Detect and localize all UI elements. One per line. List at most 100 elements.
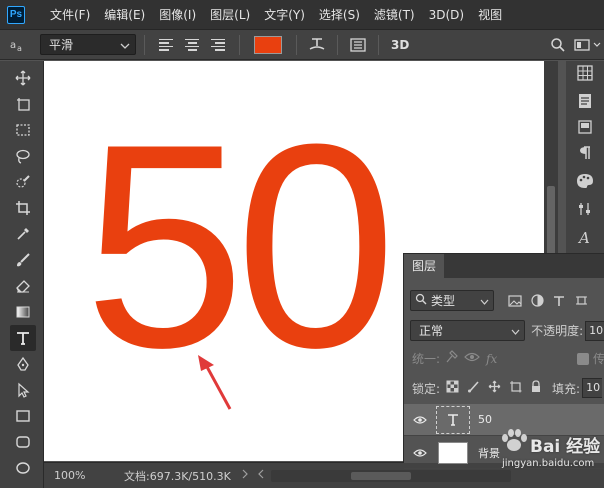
menu-edit[interactable]: 编辑(E) [97,0,152,30]
crop-tool-icon[interactable] [10,195,36,221]
chevron-down-icon [120,38,130,52]
character-panel-icon[interactable] [346,34,370,56]
svg-text:a: a [10,40,16,51]
marquee-tool-icon[interactable] [10,117,36,143]
panel-icon-strip: A [566,61,604,261]
text-tool-icon[interactable] [10,325,36,351]
path-select-tool-icon[interactable] [10,377,36,403]
blend-row: 正常 不透明度: 10 [404,320,604,341]
menu-filter[interactable]: 滤镜(T) [367,0,422,30]
unify-position-icon[interactable] [444,350,460,367]
opacity-label: 不透明度: [531,324,584,338]
search-icon[interactable] [546,34,570,56]
menu-select[interactable]: 选择(S) [312,0,367,30]
grid-panel-icon[interactable] [572,61,598,85]
blend-mode-select[interactable]: 正常 [410,320,526,341]
lock-artboard-icon[interactable] [509,380,522,396]
artboard-tool-icon[interactable] [10,91,36,117]
lock-label: 锁定: [412,381,441,396]
background-layer-thumbnail [436,439,470,467]
tab-layers[interactable]: 图层 [404,254,445,278]
vertical-scroll-thumb[interactable] [547,186,555,256]
menu-file[interactable]: 文件(F) [43,0,97,30]
blend-mode-value: 正常 [419,324,444,338]
anti-alias-value: 平滑 [49,38,74,52]
text-tool-preset-icon[interactable]: aa [8,34,32,56]
unify-style-icon[interactable]: fx [486,352,497,366]
move-tool-icon[interactable] [10,65,36,91]
divider [296,34,297,55]
red-arrow-annotation [198,355,232,410]
adjustments-panel-icon[interactable] [572,197,598,221]
align-center-icon[interactable] [182,34,202,56]
canvas-text-layer[interactable]: 50 [84,101,397,391]
eye-icon[interactable] [404,415,436,425]
svg-text:a: a [17,44,22,53]
workspace-icon[interactable] [570,34,604,56]
divider [239,34,240,55]
opacity-input[interactable]: 10 [585,320,604,341]
paragraph-panel-icon[interactable] [572,141,598,165]
menu-type[interactable]: 文字(Y) [257,0,312,30]
lasso-tool-icon[interactable] [10,143,36,169]
divider [378,34,379,55]
anti-alias-select[interactable]: 平滑 [40,34,136,55]
ellipse-tool-icon[interactable] [10,455,36,481]
propagate-checkbox[interactable] [576,352,589,365]
unify-row: 统一: fx 传 [404,350,604,367]
chevron-left-icon[interactable] [257,469,265,482]
divider [144,34,145,55]
libraries-panel-icon[interactable] [572,115,598,139]
chevron-right-icon[interactable] [241,469,249,482]
photoshop-logo: Ps [7,5,25,24]
layer-filter-row: 类型 [404,290,604,311]
paw-logo-icon [502,429,527,451]
quick-select-tool-icon[interactable] [10,169,36,195]
menu-layer[interactable]: 图层(L) [203,0,257,30]
eraser-tool-icon[interactable] [10,273,36,299]
lock-pixels-icon[interactable] [467,380,480,396]
rounded-rectangle-tool-icon[interactable] [10,429,36,455]
search-icon [415,293,427,308]
brush-tool-icon[interactable] [10,247,36,273]
properties-panel-icon[interactable] [572,89,598,113]
lock-position-icon[interactable] [488,380,501,396]
eyedropper-tool-icon[interactable] [10,221,36,247]
adjustment-filter-icon[interactable] [526,294,548,307]
divider [337,34,338,55]
lock-transparent-icon[interactable] [446,380,459,396]
fill-input[interactable]: 10 [582,378,603,398]
type-filter-icon[interactable] [548,295,570,307]
baidu-jingyan-watermark: Bai 经验 jingyan.baidu.com [470,420,604,480]
watermark-url: jingyan.baidu.com [502,458,595,469]
rectangle-tool-icon[interactable] [10,403,36,429]
color-palette-icon[interactable] [572,169,598,193]
layers-tab-bar: 图层 [404,254,604,278]
image-filter-icon[interactable] [504,294,526,307]
shape-filter-icon[interactable] [570,294,592,307]
character-panel-icon[interactable]: A [572,225,598,249]
3d-button[interactable]: 3D [391,38,409,52]
menu-image[interactable]: 图像(I) [152,0,203,30]
align-right-icon[interactable] [208,34,228,56]
chevron-down-icon [480,294,489,308]
unify-visibility-icon[interactable] [464,351,480,366]
eye-icon[interactable] [404,448,436,458]
document-size: 文档:697.3K/510.3K [124,469,231,483]
options-bar: aa 平滑 3D [0,30,604,60]
layer-filter-value: 类型 [431,294,456,308]
menu-3d[interactable]: 3D(D) [422,0,471,30]
pen-tool-icon[interactable] [10,351,36,377]
menu-bar: Ps 文件(F) 编辑(E) 图像(I) 图层(L) 文字(Y) 选择(S) 滤… [0,0,604,30]
layer-filter-select[interactable]: 类型 [410,290,494,311]
align-left-icon[interactable] [156,34,176,56]
warp-text-icon[interactable] [305,34,329,56]
chevron-down-icon [511,324,520,338]
zoom-level[interactable]: 100% [44,469,96,482]
lock-all-icon[interactable] [530,380,542,396]
text-color-swatch[interactable] [254,35,282,54]
horizontal-scroll-thumb[interactable] [350,471,411,480]
gradient-tool-icon[interactable] [10,299,36,325]
watermark-text: Bai 经验 [530,437,601,457]
menu-view[interactable]: 视图 [471,0,509,30]
